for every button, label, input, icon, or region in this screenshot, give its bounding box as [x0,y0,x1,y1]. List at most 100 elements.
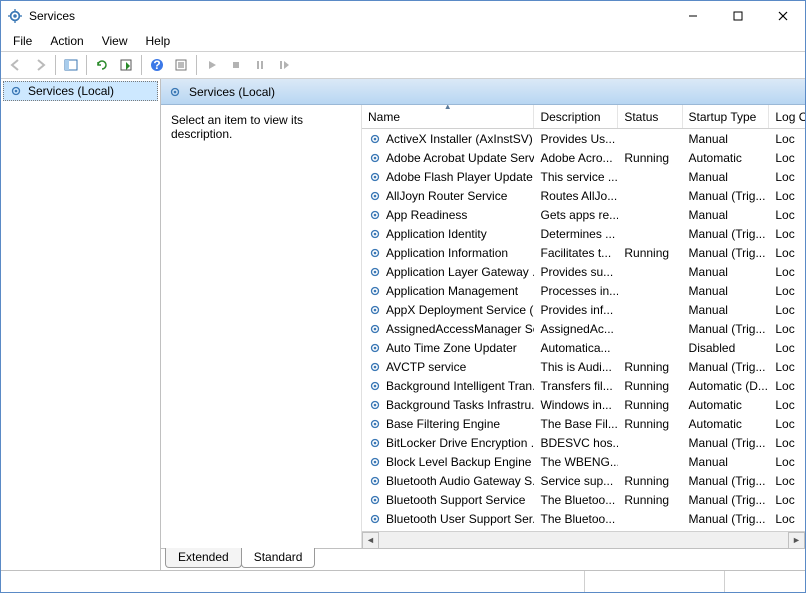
service-name: Application Identity [386,227,487,241]
minimize-button[interactable] [670,1,715,31]
service-row[interactable]: Base Filtering EngineThe Base Fil...Runn… [362,414,805,433]
service-row[interactable]: Adobe Flash Player Update ...This servic… [362,167,805,186]
service-name: Application Information [386,246,508,260]
gear-icon [368,227,382,241]
service-row[interactable]: ActiveX Installer (AxInstSV)Provides Us.… [362,129,805,148]
service-row[interactable]: AssignedAccessManager Se...AssignedAc...… [362,319,805,338]
cell-logon: Loc [769,303,805,317]
cell-logon: Loc [769,265,805,279]
cell-name: Application Identity [362,227,534,241]
back-button[interactable] [5,54,27,76]
cell-logon: Loc [769,189,805,203]
cell-name: AppX Deployment Service (... [362,303,534,317]
cell-name: Bluetooth Audio Gateway S... [362,474,534,488]
column-status[interactable]: Status [618,105,682,128]
cell-name: Block Level Backup Engine ... [362,455,534,469]
window-title: Services [29,9,670,23]
gear-icon [368,398,382,412]
stop-service-button[interactable] [225,54,247,76]
cell-description: The Bluetoo... [534,512,618,526]
scroll-left-button[interactable]: ◄ [362,532,379,549]
menu-view[interactable]: View [94,32,136,50]
service-row[interactable]: Bluetooth User Support Ser...The Bluetoo… [362,509,805,528]
service-name: App Readiness [386,208,467,222]
service-row[interactable]: Application Layer Gateway ...Provides su… [362,262,805,281]
column-description[interactable]: Description [534,105,618,128]
services-list: Name ▲ Description Status Startup Type L… [361,105,805,548]
service-row[interactable]: AppX Deployment Service (...Provides inf… [362,300,805,319]
service-row[interactable]: Block Level Backup Engine ...The WBENG..… [362,452,805,471]
service-name: AppX Deployment Service (... [386,303,534,317]
services-rows[interactable]: ActiveX Installer (AxInstSV)Provides Us.… [362,129,805,531]
cell-startup: Automatic [683,417,770,431]
menu-action[interactable]: Action [42,32,91,50]
main-body: Services (Local) Services (Local) Select… [1,79,805,570]
cell-description: The Bluetoo... [534,493,618,507]
service-row[interactable]: Application InformationFacilitates t...R… [362,243,805,262]
restart-service-button[interactable] [273,54,295,76]
cell-startup: Disabled [683,341,770,355]
service-row[interactable]: Background Intelligent Tran...Transfers … [362,376,805,395]
cell-startup: Manual (Trig... [683,360,770,374]
start-service-button[interactable] [201,54,223,76]
cell-logon: Loc [769,132,805,146]
gear-icon [368,189,382,203]
cell-status: Running [618,474,682,488]
menu-help[interactable]: Help [138,32,179,50]
tab-standard[interactable]: Standard [241,548,316,568]
maximize-button[interactable] [715,1,760,31]
cell-name: Application Information [362,246,534,260]
cell-startup: Manual (Trig... [683,189,770,203]
description-pane: Select an item to view its description. [161,105,361,548]
service-row[interactable]: Auto Time Zone UpdaterAutomatica...Disab… [362,338,805,357]
right-pane-title: Services (Local) [189,85,275,99]
cell-name: Background Intelligent Tran... [362,379,534,393]
show-hide-tree-button[interactable] [60,54,82,76]
service-row[interactable]: AVCTP serviceThis is Audi...RunningManua… [362,357,805,376]
cell-description: Windows in... [534,398,618,412]
toolbar-separator [141,55,142,75]
help-button[interactable]: ? [146,54,168,76]
service-row[interactable]: AllJoyn Router ServiceRoutes AllJo...Man… [362,186,805,205]
cell-description: This is Audi... [534,360,618,374]
column-name[interactable]: Name ▲ [362,105,534,128]
service-row[interactable]: Adobe Acrobat Update ServAdobe Acro...Ru… [362,148,805,167]
gear-icon [368,208,382,222]
gear-icon [368,493,382,507]
service-row[interactable]: Application ManagementProcesses in...Man… [362,281,805,300]
service-row[interactable]: Bluetooth Support ServiceThe Bluetoo...R… [362,490,805,509]
cell-startup: Manual [683,170,770,184]
cell-logon: Loc [769,455,805,469]
cell-startup: Manual (Trig... [683,322,770,336]
service-row[interactable]: BitLocker Drive Encryption ...BDESVC hos… [362,433,805,452]
service-name: Application Management [386,284,518,298]
cell-logon: Loc [769,341,805,355]
service-row[interactable]: Background Tasks Infrastru...Windows in.… [362,395,805,414]
properties-button[interactable] [170,54,192,76]
scroll-track[interactable] [379,532,788,549]
menu-file[interactable]: File [5,32,40,50]
column-logon[interactable]: Log On As [769,105,805,128]
cell-logon: Loc [769,208,805,222]
pause-service-button[interactable] [249,54,271,76]
close-button[interactable] [760,1,805,31]
toolbar: ? [1,51,805,79]
scroll-right-button[interactable]: ► [788,532,805,549]
service-name: BitLocker Drive Encryption ... [386,436,534,450]
cell-startup: Manual [683,284,770,298]
refresh-button[interactable] [91,54,113,76]
tree-item-services-local[interactable]: Services (Local) [3,81,158,101]
export-list-button[interactable] [115,54,137,76]
column-startup-type[interactable]: Startup Type [683,105,770,128]
service-row[interactable]: App ReadinessGets apps re...ManualLoc [362,205,805,224]
tab-extended[interactable]: Extended [165,548,242,568]
cell-name: Adobe Flash Player Update ... [362,170,534,184]
service-row[interactable]: Application IdentityDetermines ...Manual… [362,224,805,243]
forward-button[interactable] [29,54,51,76]
service-name: Adobe Flash Player Update ... [386,170,534,184]
cell-description: The Base Fil... [534,417,618,431]
cell-logon: Loc [769,493,805,507]
service-row[interactable]: Bluetooth Audio Gateway S...Service sup.… [362,471,805,490]
cell-startup: Manual (Trig... [683,512,770,526]
horizontal-scrollbar[interactable]: ◄ ► [362,531,805,548]
